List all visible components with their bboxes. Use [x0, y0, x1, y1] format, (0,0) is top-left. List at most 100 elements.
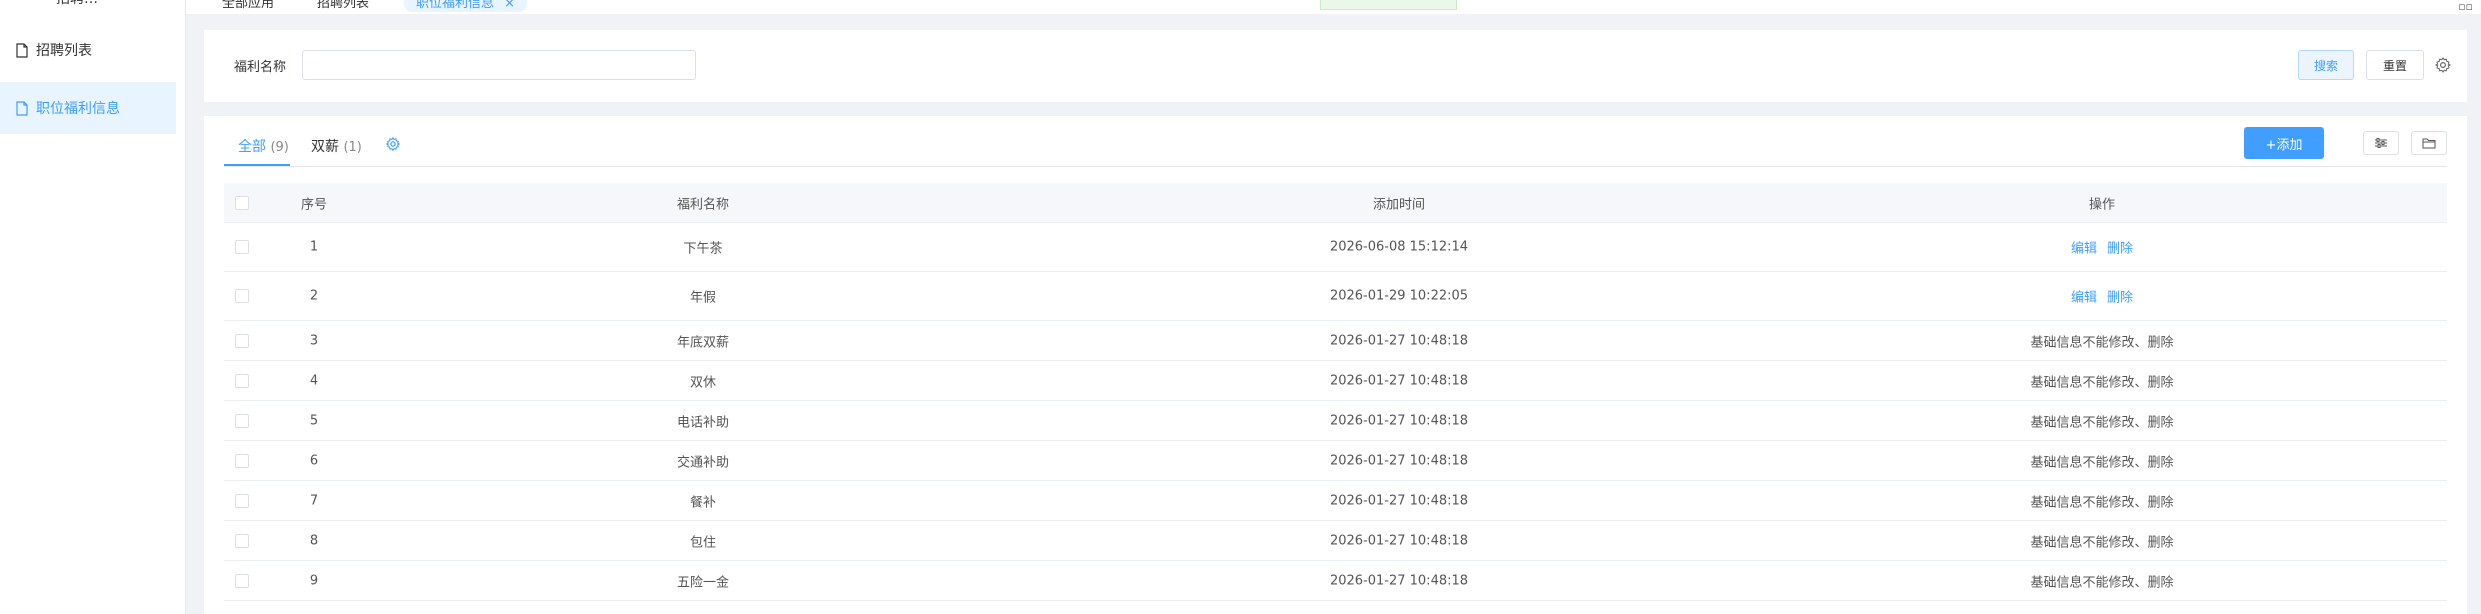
row-checkbox[interactable]	[235, 453, 249, 468]
search-button[interactable]: 搜索	[2298, 50, 2354, 80]
row-checkbox[interactable]	[235, 373, 249, 388]
fullscreen-icon[interactable]: ▫▫	[2458, 0, 2473, 13]
locked-note: 基础信息不能修改、删除	[2030, 415, 2174, 430]
sidebar-item-label: 招聘列表	[36, 43, 92, 59]
benefits-table: 序号 福利名称 添加时间 操作 1 下午茶 2026-06-08 15:12:14 编…	[224, 183, 2447, 601]
cell-index: 6	[309, 453, 319, 468]
filter-tab-double-pay[interactable]: 双薪 (1)	[311, 136, 362, 156]
tab-recruit-list[interactable]: 招聘列表	[317, 0, 369, 11]
column-header-name: 福利名称	[676, 197, 730, 212]
tab-settings-gear-icon[interactable]	[385, 136, 401, 152]
add-button[interactable]: +添加	[2244, 127, 2324, 159]
sliders-icon	[2375, 138, 2387, 148]
locked-note: 基础信息不能修改、删除	[2030, 495, 2174, 510]
row-checkbox[interactable]	[235, 493, 249, 508]
cell-added-time: 2026-01-27 10:48:18	[1329, 453, 1469, 468]
export-button[interactable]	[2411, 131, 2447, 155]
locked-note: 基础信息不能修改、删除	[2030, 535, 2174, 550]
table-row: 3 年底双薪 2026-01-27 10:48:18 基础信息不能修改、删除	[224, 321, 2447, 361]
delete-link[interactable]: 删除	[2107, 291, 2133, 306]
sidebar-item-recruit-list[interactable]: 招聘列表	[0, 24, 176, 76]
table-row: 8 包住 2026-01-27 10:48:18 基础信息不能修改、删除	[224, 521, 2447, 561]
tabs-bar: 全部应用 招聘列表 职位福利信息 × ▫▫	[186, 0, 2481, 14]
table-row: 7 餐补 2026-01-27 10:48:18 基础信息不能修改、删除	[224, 481, 2447, 521]
document-icon	[16, 42, 28, 58]
cell-added-time: 2026-01-27 10:48:18	[1329, 533, 1469, 548]
cell-benefit-name: 交通补助	[676, 455, 730, 470]
row-actions: 编辑 删除	[2071, 238, 2133, 257]
benefits-panel: 全部 (9) 双薪 (1) +添加 序号 福利名称 添加时间 操作 1 下午茶 …	[204, 116, 2467, 614]
row-checkbox[interactable]	[235, 333, 249, 348]
filter-tab-label: 双薪	[311, 139, 339, 155]
tab-all-apps[interactable]: 全部应用	[222, 0, 274, 11]
cell-index: 2	[309, 288, 319, 304]
table-row: 9 五险一金 2026-01-27 10:48:18 基础信息不能修改、删除	[224, 561, 2447, 601]
row-checkbox[interactable]	[235, 289, 249, 303]
cell-index: 1	[309, 239, 319, 255]
cell-benefit-name: 五险一金	[676, 575, 730, 590]
benefit-name-input[interactable]	[302, 50, 696, 80]
row-checkbox[interactable]	[235, 573, 249, 588]
cell-benefit-name: 包住	[689, 535, 717, 550]
cell-added-time: 2026-06-08 15:12:14	[1329, 239, 1469, 255]
locked-note: 基础信息不能修改、删除	[2030, 375, 2174, 390]
row-checkbox[interactable]	[235, 533, 249, 548]
locked-note: 基础信息不能修改、删除	[2030, 455, 2174, 470]
select-all-checkbox[interactable]	[235, 195, 249, 210]
cell-benefit-name: 下午茶	[683, 241, 723, 257]
cell-added-time: 2026-01-29 10:22:05	[1329, 288, 1469, 304]
column-header-actions: 操作	[2088, 197, 2116, 212]
sidebar-top-item-label: 招聘…	[56, 0, 98, 8]
cell-added-time: 2026-01-27 10:48:18	[1329, 373, 1469, 388]
table-row: 5 电话补助 2026-01-27 10:48:18 基础信息不能修改、删除	[224, 401, 2447, 441]
benefit-name-label: 福利名称	[234, 60, 287, 75]
row-actions: 编辑 删除	[2071, 287, 2133, 306]
document-icon	[16, 100, 28, 116]
locked-note: 基础信息不能修改、删除	[2030, 575, 2174, 590]
cell-index: 3	[309, 333, 319, 348]
delete-link[interactable]: 删除	[2107, 242, 2133, 257]
cell-added-time: 2026-01-27 10:48:18	[1329, 573, 1469, 588]
tab-label: 职位福利信息	[416, 0, 495, 11]
cell-added-time: 2026-01-27 10:48:18	[1329, 493, 1469, 508]
cell-index: 7	[309, 493, 319, 508]
cell-index: 4	[309, 373, 319, 388]
folder-icon	[2422, 138, 2436, 149]
filter-tab-count: (1)	[343, 140, 362, 155]
filter-tab-count: (9)	[270, 140, 289, 155]
column-settings-button[interactable]	[2363, 131, 2399, 155]
active-tab-indicator	[224, 164, 290, 166]
cell-benefit-name: 年底双薪	[676, 335, 730, 350]
cell-added-time: 2026-01-27 10:48:18	[1329, 413, 1469, 428]
cell-benefit-name: 餐补	[689, 495, 717, 510]
filter-tab-label: 全部	[238, 139, 266, 155]
table-body: 1 下午茶 2026-06-08 15:12:14 编辑 删除 2 年假 2026-01-29…	[224, 223, 2447, 601]
cell-benefit-name: 双休	[689, 375, 717, 390]
tabs-divider	[224, 166, 2447, 167]
tab-position-benefits[interactable]: 职位福利信息 ×	[404, 0, 528, 12]
column-header-index: 序号	[300, 197, 328, 212]
notice-badge	[1320, 0, 1457, 10]
sidebar-item-label: 职位福利信息	[36, 101, 120, 117]
reset-button[interactable]: 重置	[2366, 50, 2424, 80]
close-icon[interactable]: ×	[504, 0, 515, 11]
gear-icon[interactable]	[2434, 56, 2452, 74]
row-checkbox[interactable]	[235, 240, 249, 254]
table-row: 6 交通补助 2026-01-27 10:48:18 基础信息不能修改、删除	[224, 441, 2447, 481]
table-row: 2 年假 2026-01-29 10:22:05 编辑 删除	[224, 272, 2447, 321]
edit-link[interactable]: 编辑	[2071, 291, 2097, 306]
sidebar-item-position-benefits[interactable]: 职位福利信息	[0, 82, 176, 134]
column-header-time: 添加时间	[1372, 197, 1426, 212]
cell-index: 5	[309, 413, 319, 428]
cell-index: 9	[309, 573, 319, 588]
table-header: 序号 福利名称 添加时间 操作	[224, 183, 2447, 223]
cell-benefit-name: 年假	[689, 290, 717, 306]
table-row: 1 下午茶 2026-06-08 15:12:14 编辑 删除	[224, 223, 2447, 272]
sidebar: 招聘… 招聘列表 职位福利信息	[0, 0, 186, 614]
search-panel: 福利名称 搜索 重置	[204, 30, 2467, 102]
filter-tab-all[interactable]: 全部 (9)	[238, 136, 289, 156]
locked-note: 基础信息不能修改、删除	[2030, 335, 2174, 350]
cell-benefit-name: 电话补助	[676, 415, 730, 430]
edit-link[interactable]: 编辑	[2071, 242, 2097, 257]
row-checkbox[interactable]	[235, 413, 249, 428]
